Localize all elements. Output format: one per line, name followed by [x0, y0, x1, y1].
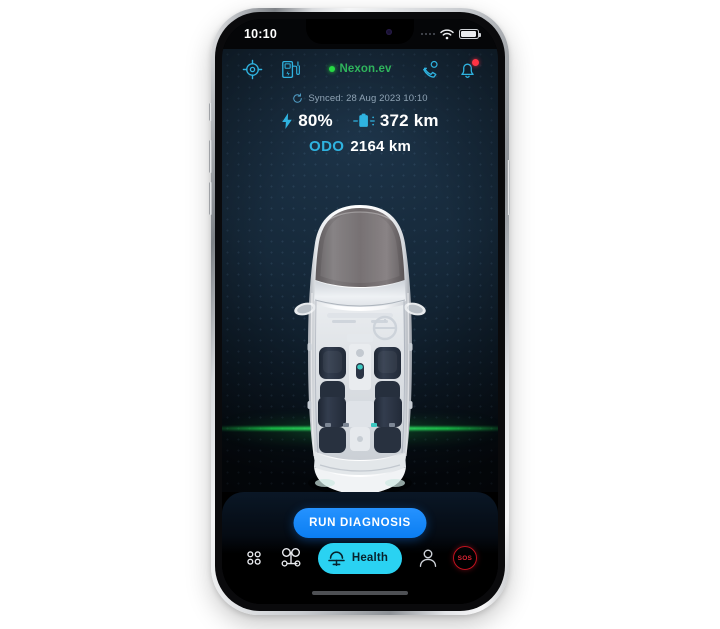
vehicle-name-label: Nexon.ev — [339, 63, 392, 75]
battery-stat: 80% — [281, 111, 333, 131]
seat-rear-right — [374, 397, 402, 453]
bottom-panel: RUN DIAGNOSIS Health SOS — [222, 492, 498, 604]
sos-emergency-icon: SOS — [452, 546, 477, 570]
phone-device-frame: 10:10 Nexon.ev Synced: 28 Aug 2023 10:10… — [211, 8, 509, 615]
notification-badge — [472, 58, 479, 66]
crosshair-locate-icon[interactable] — [242, 59, 263, 80]
top-navigation-bar: Nexon.ev — [222, 51, 498, 87]
battery-icon — [459, 29, 481, 39]
home-indicator[interactable] — [312, 591, 408, 595]
seat-front-left — [319, 347, 346, 403]
health-gauge-icon — [328, 550, 345, 566]
tab-health[interactable]: Health — [317, 542, 403, 574]
grid-dots-icon — [247, 551, 261, 565]
lightning-bolt-icon — [282, 113, 293, 129]
phone-screen-viewport: 10:10 Nexon.ev Synced: 28 Aug 2023 10:10… — [222, 19, 498, 604]
vehicle-hero-panel: Nexon.ev Synced: 28 Aug 2023 10:10 80% 3… — [222, 49, 498, 492]
tab-dashboard[interactable] — [243, 547, 265, 569]
app-screen: 10:10 Nexon.ev Synced: 28 Aug 2023 10:10… — [222, 19, 498, 604]
range-value: 372 km — [379, 111, 439, 130]
seat-front-right — [374, 347, 401, 403]
odometer-row: ODO 2164 km — [222, 138, 498, 155]
front-camera-icon — [386, 29, 392, 35]
sync-refresh-icon[interactable] — [292, 93, 303, 104]
seat-rear-left — [318, 397, 346, 453]
sos-label: SOS — [457, 554, 472, 562]
run-diagnosis-button[interactable]: RUN DIAGNOSIS — [293, 508, 427, 538]
status-bar-time: 10:10 — [244, 27, 277, 41]
status-bar-indicators — [420, 28, 481, 40]
volume-up-button[interactable] — [209, 140, 212, 173]
vehicle-selector[interactable]: Nexon.ev — [301, 63, 419, 75]
screenshot-stage: 10:10 Nexon.ev Synced: 28 Aug 2023 10:10… — [0, 0, 720, 629]
odometer-label: ODO — [309, 138, 345, 155]
signal-dots-icon — [420, 32, 435, 36]
share-network-icon — [281, 548, 301, 567]
range-stat: 372 km — [353, 111, 439, 131]
tab-sos[interactable]: SOS — [452, 546, 477, 570]
tab-health-label: Health — [351, 552, 389, 564]
tab-profile[interactable] — [417, 547, 439, 569]
volume-down-button[interactable] — [209, 182, 212, 215]
mute-switch-button[interactable] — [209, 103, 212, 121]
last-synced-label: Synced: 28 Aug 2023 10:10 — [308, 93, 428, 104]
car-top-down-illustration[interactable] — [285, 201, 435, 492]
phone-call-icon[interactable] — [419, 59, 440, 80]
top-nav-right-group — [419, 58, 479, 80]
vehicle-online-status-dot — [328, 66, 335, 72]
ev-battery-range-icon — [353, 113, 375, 127]
person-icon — [419, 549, 436, 567]
last-synced-row: Synced: 28 Aug 2023 10:10 — [222, 93, 498, 104]
wifi-icon — [440, 28, 454, 39]
bottom-tab-bar: Health SOS — [222, 538, 498, 578]
ev-charging-station-icon[interactable] — [280, 59, 301, 80]
vehicle-stats-row: 80% 372 km — [222, 111, 498, 131]
tab-connect[interactable] — [279, 547, 303, 569]
notification-bell-button[interactable] — [457, 58, 479, 80]
battery-percent-value: 80% — [298, 111, 333, 130]
top-nav-left-group — [242, 59, 301, 80]
phone-notch — [306, 19, 414, 44]
power-button[interactable] — [507, 160, 510, 215]
odometer-value: 2164 km — [350, 138, 411, 155]
